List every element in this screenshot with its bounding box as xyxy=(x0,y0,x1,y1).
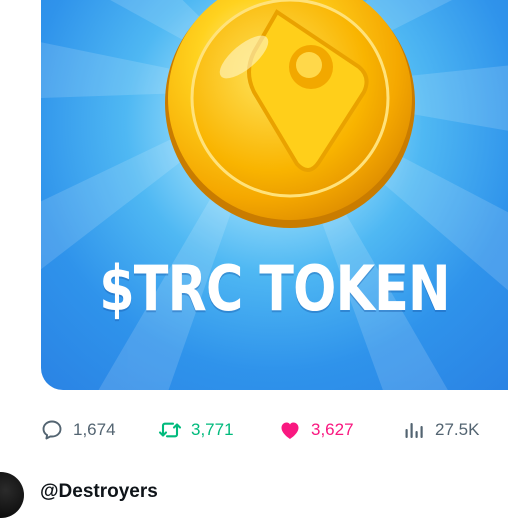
repost-count: 3,771 xyxy=(191,420,234,439)
like-count: 3,627 xyxy=(311,420,354,439)
views-count: 27.5K xyxy=(435,420,480,439)
repost-icon xyxy=(158,422,182,438)
token-headline: $TRC TOKEN xyxy=(99,252,450,325)
avatar[interactable] xyxy=(0,472,24,518)
reply-count: 1,674 xyxy=(73,420,116,439)
reply-button[interactable]: 1,674 xyxy=(40,412,116,448)
coin-logo xyxy=(165,0,415,228)
post-media-image[interactable]: $TRC TOKEN xyxy=(41,0,508,390)
like-button[interactable]: 3,627 xyxy=(278,412,354,448)
reply-icon xyxy=(42,420,62,440)
heart-icon xyxy=(281,422,299,439)
repost-button[interactable]: 3,771 xyxy=(158,412,234,448)
views-button[interactable]: 27.5K xyxy=(402,412,479,448)
post-action-bar: 1,674 3,771 3,627 27.5K xyxy=(40,412,500,448)
views-icon xyxy=(405,423,423,438)
next-post-username[interactable]: @Destroyers xyxy=(40,481,158,503)
